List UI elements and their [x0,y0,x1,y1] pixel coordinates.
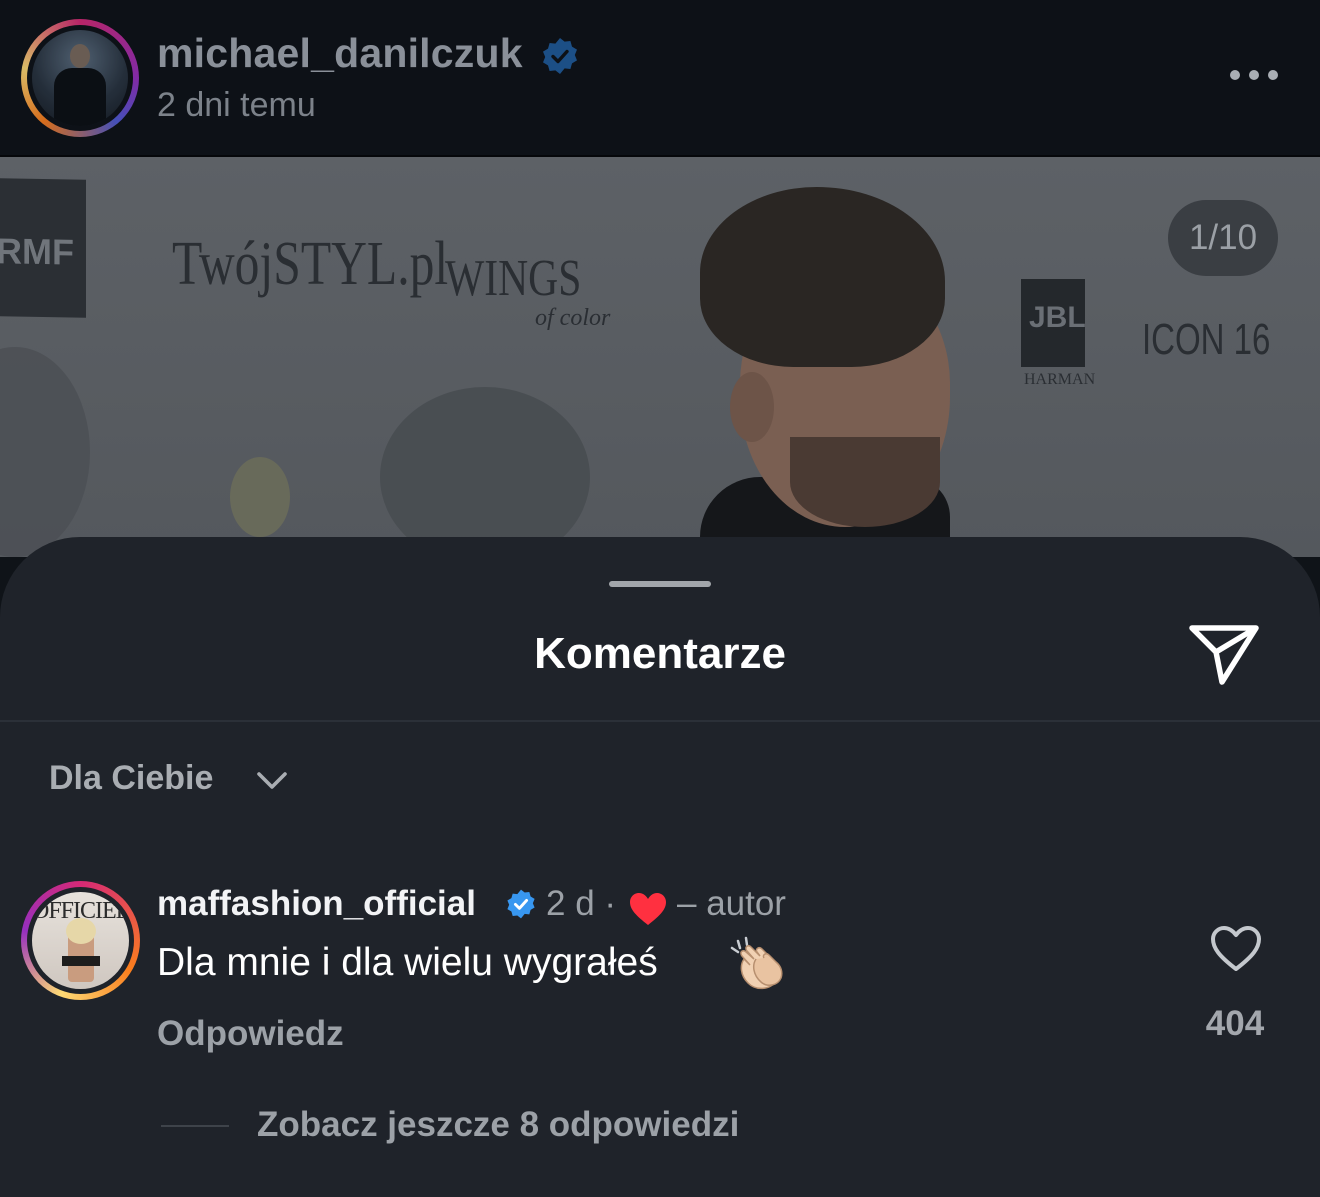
post-photo[interactable]: RMF TwójSTYL.pl WINGS of color JBL HARMA… [0,157,1320,557]
sponsor-logo-wings: WINGS [445,250,582,307]
sponsor-logo-jbl: JBL [1021,279,1086,367]
sort-label: Dla Ciebie [49,759,214,797]
profile-photo [32,30,128,126]
media-counter: 1/10 [1168,200,1278,276]
sponsor-logo-icon16: ICON 16 [1142,315,1271,364]
sort-dropdown[interactable]: Dla Ciebie [49,759,287,805]
post-time: 2 dni temu [157,86,316,124]
verified-badge-icon [543,38,577,74]
heart-outline-icon[interactable] [1210,925,1262,973]
post-username[interactable]: michael_danilczuk [157,30,523,77]
clapping-hands-icon [730,936,783,990]
view-replies-link[interactable]: Zobacz jeszcze 8 odpowiedzi [257,1105,739,1145]
sponsor-logo-twojstyl: TwójSTYL.pl [172,230,449,298]
replies-divider [161,1125,229,1127]
chevron-down-icon [257,772,287,789]
author-liked-heart-icon [630,893,666,925]
sheet-title: Komentarze [534,629,786,678]
more-dots-icon[interactable] [1226,62,1282,88]
comments-sheet: Komentarze Dla Ciebie OFFICIEL maffashio… [0,537,1320,1197]
sponsor-logo-wings-sub: of color [535,305,611,331]
sponsor-logo-rmf: RMF [0,178,86,318]
sponsor-logo-harman: HARMAN [1024,371,1096,388]
comment-text: Dla mnie i dla wielu wygrałeś [157,941,658,984]
comment-time: 2 d · [546,884,617,923]
send-icon[interactable] [1188,622,1260,686]
like-count: 404 [1205,1004,1265,1043]
reply-button[interactable]: Odpowiedz [157,1014,344,1054]
profile-avatar[interactable] [21,19,139,137]
comment-username[interactable]: maffashion_official [157,884,476,924]
sheet-drag-handle[interactable] [609,581,711,587]
post-header: michael_danilczuk 2 dni temu [0,0,1320,157]
comment-author-tag: – autor [677,884,786,923]
verified-badge-icon [507,889,535,919]
sheet-divider [0,720,1320,722]
comment-avatar-photo: OFFICIEL [32,892,129,989]
comment-avatar[interactable]: OFFICIEL [21,881,140,1000]
